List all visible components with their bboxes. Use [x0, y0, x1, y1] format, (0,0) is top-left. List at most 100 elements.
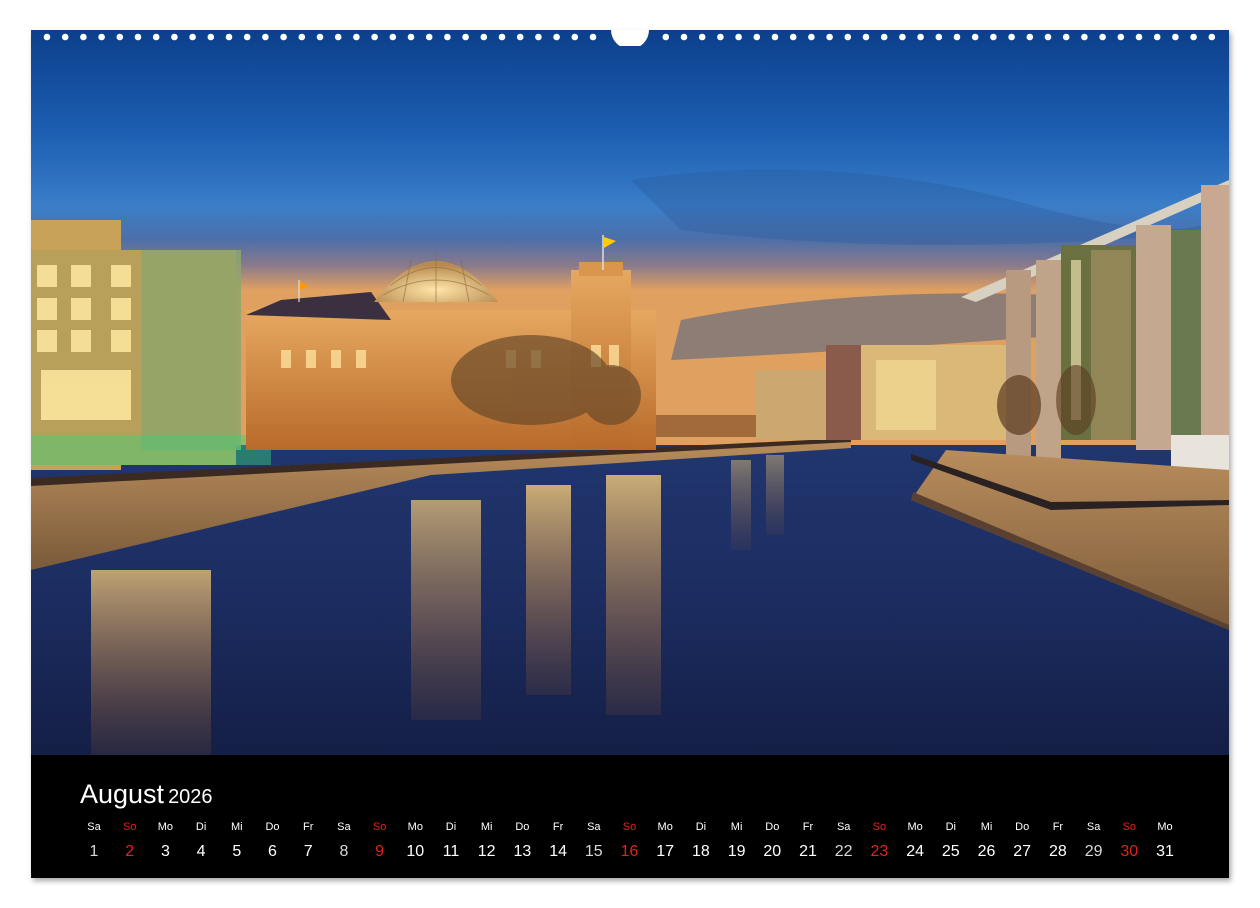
weekday-label: Sa: [87, 821, 101, 833]
binding-hole: [171, 33, 178, 41]
day-number: 26: [977, 843, 996, 860]
day-cell: Fr 21: [790, 819, 826, 861]
binding-hole: [1172, 33, 1179, 41]
day-number: 16: [620, 843, 639, 860]
day-cell: Fr 7: [290, 819, 326, 861]
day-cell: Mo 24: [897, 819, 933, 861]
binding-hole: [425, 33, 433, 41]
day-cell: So 30: [1111, 819, 1147, 861]
day-number: 11: [442, 843, 460, 860]
binding-hole: [662, 33, 670, 41]
binding-hole: [880, 33, 888, 41]
binding-hole: [862, 33, 870, 41]
day-cell: Sa 22: [826, 819, 862, 861]
day-cell: Sa 1: [76, 819, 112, 861]
binding-hole: [80, 33, 87, 41]
day-number: 4: [196, 843, 206, 860]
binding-hole: [189, 33, 196, 41]
binding-hole: [953, 33, 961, 41]
day-cell: Fr 28: [1040, 819, 1076, 861]
day-number: 31: [1156, 843, 1174, 860]
binding-hole: [717, 33, 724, 41]
binding-hole: [316, 33, 324, 41]
day-cell: Fr 14: [540, 819, 576, 861]
binding-hole: [571, 33, 579, 41]
day-number: 19: [727, 843, 746, 860]
day-number: 13: [513, 843, 532, 860]
day-number: 24: [906, 843, 924, 860]
binding-hole: [407, 33, 415, 41]
weekday-label: Mi: [230, 821, 243, 833]
binding-hole: [43, 33, 51, 41]
weekday-label: So: [872, 821, 887, 833]
day-number: 30: [1120, 843, 1139, 860]
day-number: 28: [1048, 843, 1067, 860]
weekday-label: Mo: [407, 821, 423, 833]
day-cell: Sa 15: [576, 819, 612, 861]
day-cell: Mo 3: [147, 819, 183, 861]
weekday-label: So: [372, 821, 387, 833]
day-number: 29: [1084, 843, 1103, 860]
day-cell: So 9: [362, 819, 398, 861]
binding-hole: [680, 33, 688, 41]
binding-hole: [698, 33, 706, 41]
binding-hole: [844, 33, 852, 41]
weekday-label: Fr: [802, 821, 814, 833]
day-number: 18: [691, 843, 710, 860]
binding-hole: [334, 33, 342, 41]
day-number: 2: [125, 843, 135, 860]
binding-hole: [1117, 33, 1125, 41]
binding-hole: [353, 33, 360, 41]
weekday-label: Di: [945, 821, 956, 833]
weekday-label: Mo: [907, 821, 923, 833]
weekday-label: Di: [445, 821, 457, 833]
binding-hole: [134, 33, 142, 41]
binding-hole: [1135, 33, 1143, 41]
weekday-label: Do: [765, 821, 780, 833]
weekday-label: Sa: [1086, 821, 1101, 833]
weekday-label: Di: [695, 821, 707, 833]
binding-hole: [935, 33, 943, 41]
day-cell: Do 6: [255, 819, 291, 861]
city-night-photo: [31, 30, 1229, 755]
hanger-notch: [611, 30, 649, 46]
weekday-label: Mi: [730, 821, 743, 833]
weekday-label: Di: [195, 821, 207, 833]
month-name: August: [80, 779, 165, 809]
day-cell: Mi 19: [719, 819, 755, 861]
binding-hole: [225, 33, 233, 41]
day-number: 1: [89, 843, 99, 860]
day-number: 15: [584, 843, 603, 860]
day-cell: Mo 17: [647, 819, 683, 861]
binding-hole: [498, 33, 506, 41]
weekday-label: So: [122, 821, 137, 833]
day-cell: Di 25: [933, 819, 969, 861]
weekday-label: Fr: [1052, 821, 1064, 833]
day-cell: Mi 26: [969, 819, 1005, 861]
binding-hole: [462, 33, 469, 41]
day-number: 22: [834, 843, 853, 860]
day-number: 20: [763, 843, 782, 860]
binding-hole: [826, 33, 833, 41]
binding-hole: [152, 33, 160, 41]
binding-hole: [1153, 33, 1161, 41]
binding-hole: [444, 33, 451, 41]
binding-hole: [243, 33, 251, 41]
calendar-page: August 2026 Sa 1 So 2 Mo 3 Di 4 Mi 5 Do 6 Fr 7 Sa 8 So 9 Mo…: [31, 30, 1229, 878]
weekday-label: Fr: [552, 821, 564, 833]
binding-hole: [61, 33, 69, 41]
weekday-label: Do: [515, 821, 530, 833]
day-number: 25: [941, 843, 960, 860]
day-cell: Sa 29: [1076, 819, 1112, 861]
day-cell: Do 20: [754, 819, 790, 861]
binding-hole: [917, 33, 924, 41]
day-cell: So 2: [112, 819, 148, 861]
day-number: 17: [656, 843, 675, 860]
weekday-label: Mo: [657, 821, 673, 833]
weekday-label: Sa: [587, 821, 601, 833]
day-number: 23: [870, 843, 889, 860]
binding-hole: [371, 33, 378, 41]
day-cell: So 23: [861, 819, 897, 861]
day-cell: Di 18: [683, 819, 719, 861]
day-number: 6: [268, 843, 277, 860]
